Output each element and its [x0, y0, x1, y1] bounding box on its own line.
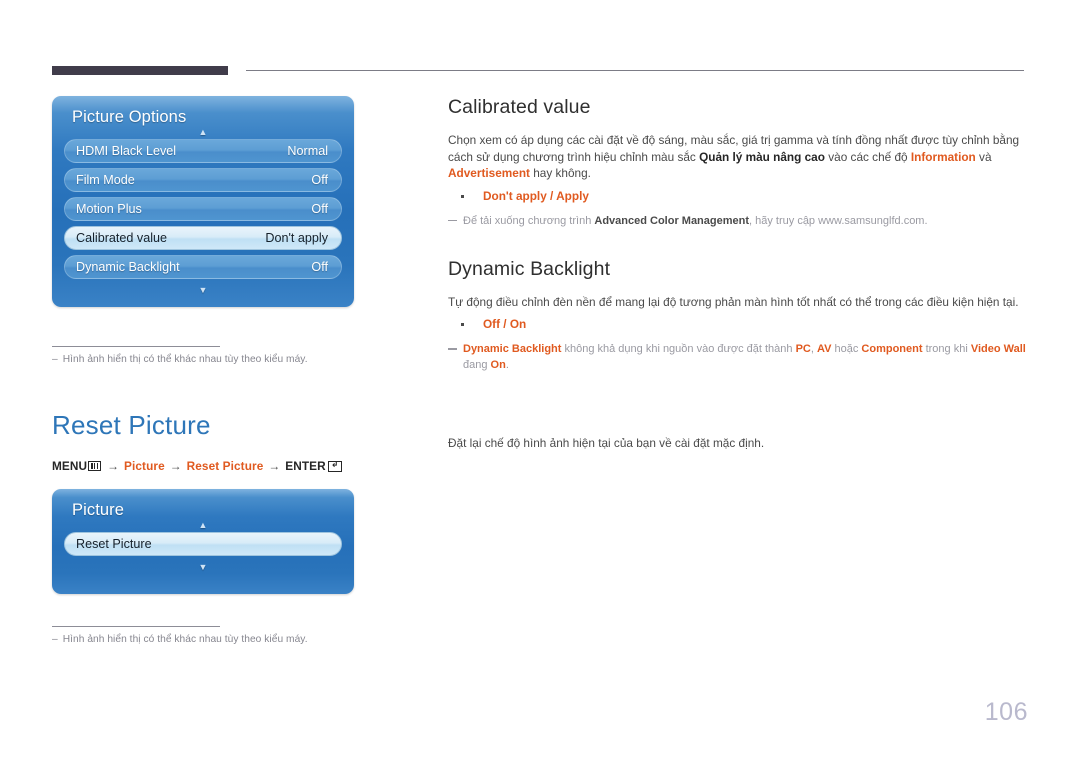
osd-row-value: Off [311, 173, 328, 187]
footnote-block-1: – Hình ảnh hiển thị có thể khác nhau tùy … [52, 346, 412, 365]
footnote-separator [52, 626, 220, 627]
note-setting-component: Component [861, 343, 923, 355]
footnote-label: Hình ảnh hiển thị có thể khác nhau tùy t… [62, 634, 308, 645]
footnote-block-2: – Hình ảnh hiển thị có thể khác nhau tùy … [52, 626, 412, 645]
top-rule-thick-bar [52, 66, 228, 75]
page-top-rule [52, 66, 1024, 76]
menu-icon [88, 461, 102, 471]
scroll-up-arrow-icon[interactable]: ▲ [64, 128, 342, 139]
paragraph-setting-advertisement: Advertisement [448, 166, 530, 180]
osd-row-label: Dynamic Backlight [76, 260, 180, 274]
section-heading-reset-picture: Reset Picture [52, 410, 211, 440]
note-text: không khả dụng khi nguồn vào được đặt th… [561, 343, 796, 355]
footnote-text-2: – Hình ảnh hiển thị có thể khác nhau tùy … [52, 634, 412, 645]
footnote-separator [52, 346, 220, 347]
page-number: 106 [984, 698, 1028, 726]
note-setting-av: AV [816, 343, 832, 355]
scroll-up-arrow-icon[interactable]: ▲ [64, 521, 342, 532]
osd-panel-picture-options: Picture Options ▲ HDMI Black Level Norma… [52, 96, 354, 307]
osd-row-value: Off [311, 260, 328, 274]
osd-row-label: HDMI Black Level [76, 144, 177, 158]
scroll-down-arrow-icon[interactable]: ▼ [64, 284, 342, 297]
note-text: Để tải xuống chương trình [463, 214, 595, 227]
footnote-text-1: – Hình ảnh hiển thị có thể khác nhau tùy … [52, 354, 412, 365]
note-text: , hãy truy cập www.samsunglfd.com. [749, 214, 928, 227]
osd-row-film-mode[interactable]: Film Mode Off [64, 168, 342, 192]
osd-row-reset-picture[interactable]: Reset Picture [64, 532, 342, 556]
osd-title-picture-options: Picture Options [72, 108, 187, 126]
osd-row-label: Reset Picture [76, 537, 152, 551]
section-heading-calibrated-value: Calibrated value [448, 96, 591, 118]
note-setting-video-wall: Video Wall [970, 343, 1026, 355]
osd-panel-picture: Picture ▲ Reset Picture ▼ [52, 489, 354, 594]
paragraph-setting-information: Information [910, 149, 976, 164]
osd-row-label: Calibrated value [76, 231, 168, 245]
menu-path-step-reset-picture: Reset Picture [186, 459, 264, 473]
scroll-down-arrow-icon[interactable]: ▼ [64, 561, 342, 574]
osd-row-motion-plus[interactable]: Motion Plus Off [64, 197, 342, 221]
osd-title-picture: Picture [72, 501, 125, 519]
note-text: . [505, 359, 509, 371]
enter-return-glyph: ↲ [330, 460, 339, 469]
osd-row-value: Off [311, 202, 328, 216]
note-setting-on: On [490, 359, 506, 371]
osd-row-value: Normal [287, 144, 328, 158]
footnote-dash: – [52, 634, 58, 645]
option-list-calibrated-value: Don't apply / Apply [448, 188, 1028, 205]
note-text: đang [463, 359, 491, 371]
section-heading-dynamic-backlight: Dynamic Backlight [448, 257, 611, 280]
footnote-dash: – [52, 354, 58, 365]
breadcrumb-arrow-icon: → [169, 459, 182, 473]
note-text: hoặc [831, 343, 862, 355]
osd-row-calibrated-value[interactable]: Calibrated value Don't apply [64, 226, 342, 250]
option-item: Off / On [461, 316, 1028, 333]
footnote-label: Hình ảnh hiển thị có thể khác nhau tùy t… [62, 354, 308, 365]
left-column: Picture Options ▲ HDMI Black Level Norma… [52, 96, 412, 645]
paragraph-emphasis: Quản lý màu nâng cao [699, 149, 825, 164]
osd-row-label: Motion Plus [76, 202, 142, 216]
paragraph-dynamic-backlight: Tự động điều chỉnh đèn nền để mang lại đ… [448, 294, 1019, 309]
osd-row-value: Don't apply [265, 231, 328, 245]
top-rule-thin-line [246, 70, 1024, 71]
menu-path-menu-label: MENU [52, 459, 88, 473]
note-dynamic-backlight-availability: Dynamic Backlight không khả dụng khi ngu… [448, 341, 1028, 373]
paragraph-text: và [975, 149, 992, 164]
paragraph-text: vào các chế độ [824, 149, 911, 164]
paragraph-calibrated-value: Chọn xem có áp dụng các cài đặt về độ sá… [448, 132, 1028, 182]
osd-row-label: Film Mode [76, 173, 135, 187]
menu-path-breadcrumb: MENU → Picture → Reset Picture → ENTER ↲ [52, 459, 412, 473]
option-item: Don't apply / Apply [461, 188, 1028, 205]
menu-path-step-picture: Picture [124, 459, 165, 473]
menu-path-enter-label: ENTER [285, 459, 326, 473]
note-setting-dynamic-backlight: Dynamic Backlight [463, 343, 562, 355]
osd-row-dynamic-backlight[interactable]: Dynamic Backlight Off [64, 255, 342, 279]
enter-return-icon: ↲ [327, 460, 342, 472]
note-setting-pc: PC [795, 343, 811, 355]
option-list-dynamic-backlight: Off / On [448, 316, 1028, 333]
breadcrumb-arrow-icon: → [268, 459, 281, 473]
breadcrumb-arrow-icon: → [107, 459, 120, 473]
note-advanced-color-management: Để tải xuống chương trình Advanced Color… [448, 213, 1028, 229]
note-emphasis: Advanced Color Management [594, 214, 750, 227]
paragraph-reset-picture-description: Đặt lại chế độ hình ảnh hiện tại của bạn… [448, 436, 765, 450]
osd-row-hdmi-black-level[interactable]: HDMI Black Level Normal [64, 139, 342, 163]
paragraph-text: hay không. [529, 166, 591, 180]
right-column: Calibrated value Chọn xem có áp dụng các… [448, 96, 1028, 458]
note-text: trong khi [922, 343, 971, 355]
